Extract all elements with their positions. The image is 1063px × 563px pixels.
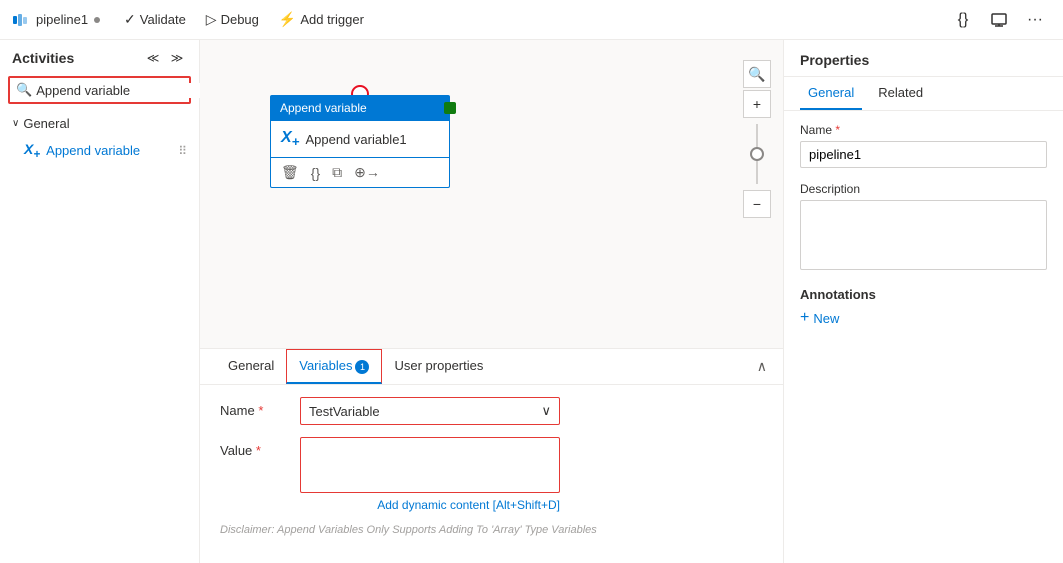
node-toolbar: 🗑 {} ⧉ ⊕→ bbox=[270, 158, 450, 188]
tab-general[interactable]: General bbox=[216, 350, 286, 383]
search-canvas-button[interactable]: 🔍 bbox=[743, 60, 771, 88]
node-body[interactable]: X+ Append variable1 bbox=[270, 121, 450, 158]
node-success-indicator bbox=[444, 102, 456, 114]
sidebar-category-general[interactable]: ∨ General bbox=[0, 112, 199, 135]
trigger-icon: ⚡ bbox=[279, 11, 296, 28]
search-icon: 🔍 bbox=[16, 82, 32, 98]
append-variable-icon: X+ bbox=[24, 141, 40, 161]
properties-panel: Properties General Related Name * Descri… bbox=[783, 40, 1063, 563]
node-body-icon: X+ bbox=[281, 129, 299, 149]
toolbar: ✓ Validate ▷ Debug ⚡ Add trigger bbox=[108, 7, 939, 32]
zoom-thumb[interactable] bbox=[750, 147, 764, 161]
validate-button[interactable]: ✓ Validate bbox=[116, 7, 194, 32]
debug-icon: ▷ bbox=[206, 11, 217, 28]
name-dropdown[interactable]: TestVariable ∨ bbox=[300, 397, 560, 425]
drag-handle-icon: ⠿ bbox=[178, 144, 187, 158]
top-bar-left: pipeline1 bbox=[12, 12, 100, 28]
plus-icon: + bbox=[800, 310, 809, 326]
code-button[interactable]: {} bbox=[947, 4, 979, 36]
value-label: Value * bbox=[220, 437, 280, 458]
sidebar-title: Activities bbox=[12, 50, 74, 66]
props-annotations-field: Annotations + New bbox=[800, 287, 1047, 326]
node-copy-button[interactable]: ⧉ bbox=[330, 162, 344, 183]
properties-content: Name * Description Annotations + New bbox=[784, 111, 1063, 563]
sidebar-search-box[interactable]: 🔍 bbox=[8, 76, 191, 104]
toolbar-right: {} ··· bbox=[947, 4, 1051, 36]
props-name-input[interactable] bbox=[800, 141, 1047, 168]
canvas-body: Append variable X+ Append variable1 🗑 {}… bbox=[200, 40, 783, 348]
props-description-label: Description bbox=[800, 182, 1047, 196]
collapse-panel-button[interactable]: ∧ bbox=[757, 358, 767, 375]
variables-badge: 1 bbox=[355, 360, 369, 374]
props-tab-general[interactable]: General bbox=[800, 77, 862, 110]
node-code-button[interactable]: {} bbox=[309, 162, 322, 183]
canvas-controls: 🔍 + − bbox=[743, 60, 771, 218]
form-name-row: Name * TestVariable ∨ bbox=[220, 397, 763, 425]
bottom-panel: General Variables1 User properties ∧ Nam… bbox=[200, 348, 783, 563]
dropdown-chevron-icon: ∨ bbox=[541, 403, 551, 419]
pipeline-icon bbox=[12, 12, 28, 28]
props-name-required: * bbox=[835, 123, 840, 137]
sidebar-header: Activities ≪ ≫ bbox=[0, 40, 199, 76]
props-annotations-label: Annotations bbox=[800, 287, 1047, 302]
form-value-row: Value * Add dynamic content [Alt+Shift+D… bbox=[220, 437, 763, 512]
props-tab-related[interactable]: Related bbox=[870, 77, 931, 110]
pipeline-tab[interactable]: pipeline1 bbox=[36, 12, 100, 27]
zoom-in-button[interactable]: + bbox=[743, 90, 771, 118]
chevron-down-icon: ∨ bbox=[12, 118, 19, 129]
search-input[interactable] bbox=[36, 83, 212, 98]
value-textarea[interactable] bbox=[300, 437, 560, 493]
main-layout: Activities ≪ ≫ 🔍 ∨ General X+ Append var… bbox=[0, 40, 1063, 563]
more-options-button[interactable]: ··· bbox=[1019, 4, 1051, 36]
unsaved-indicator bbox=[94, 17, 100, 23]
add-trigger-button[interactable]: ⚡ Add trigger bbox=[271, 7, 372, 32]
collapse-left-button[interactable]: ≪ bbox=[143, 48, 163, 68]
zoom-track bbox=[756, 124, 758, 184]
bottom-tabs: General Variables1 User properties ∧ bbox=[200, 349, 783, 385]
node-arrow-button[interactable]: ⊕→ bbox=[352, 162, 382, 183]
tab-variables[interactable]: Variables1 bbox=[286, 349, 382, 384]
props-description-field: Description bbox=[800, 182, 1047, 273]
pipeline-tab-label: pipeline1 bbox=[36, 12, 88, 27]
node-delete-button[interactable]: 🗑 bbox=[279, 162, 301, 183]
name-required-star: * bbox=[258, 403, 263, 418]
tab-user-properties[interactable]: User properties bbox=[382, 350, 495, 383]
activity-node: Append variable X+ Append variable1 🗑 {}… bbox=[270, 95, 450, 188]
monitor-button[interactable] bbox=[983, 4, 1015, 36]
collapse-right-button[interactable]: ≫ bbox=[167, 48, 187, 68]
node-header: Append variable bbox=[270, 95, 450, 121]
canvas[interactable]: Append variable X+ Append variable1 🗑 {}… bbox=[200, 40, 783, 348]
sidebar-item-append-variable[interactable]: X+ Append variable ⠿ bbox=[0, 135, 199, 167]
sidebar-header-icons: ≪ ≫ bbox=[143, 48, 187, 68]
name-label: Name * bbox=[220, 397, 280, 418]
top-bar: pipeline1 ✓ Validate ▷ Debug ⚡ Add trigg… bbox=[0, 0, 1063, 40]
sidebar: Activities ≪ ≫ 🔍 ∨ General X+ Append var… bbox=[0, 40, 200, 563]
properties-title: Properties bbox=[784, 40, 1063, 77]
props-name-label: Name * bbox=[800, 123, 1047, 137]
props-description-textarea[interactable] bbox=[800, 200, 1047, 270]
properties-tabs: General Related bbox=[784, 77, 1063, 111]
disclaimer-text: Disclaimer: Append Variables Only Suppor… bbox=[220, 524, 763, 536]
debug-button[interactable]: ▷ Debug bbox=[198, 7, 267, 32]
zoom-slider bbox=[743, 124, 771, 184]
bottom-content: Name * TestVariable ∨ Value * bbox=[200, 385, 783, 548]
props-name-field: Name * bbox=[800, 123, 1047, 168]
zoom-out-button[interactable]: − bbox=[743, 190, 771, 218]
dynamic-content-link[interactable]: Add dynamic content [Alt+Shift+D] bbox=[300, 498, 560, 512]
value-required-star: * bbox=[256, 443, 261, 458]
validate-icon: ✓ bbox=[124, 11, 136, 28]
canvas-area: Append variable X+ Append variable1 🗑 {}… bbox=[200, 40, 783, 563]
new-annotation-button[interactable]: + New bbox=[800, 310, 839, 326]
